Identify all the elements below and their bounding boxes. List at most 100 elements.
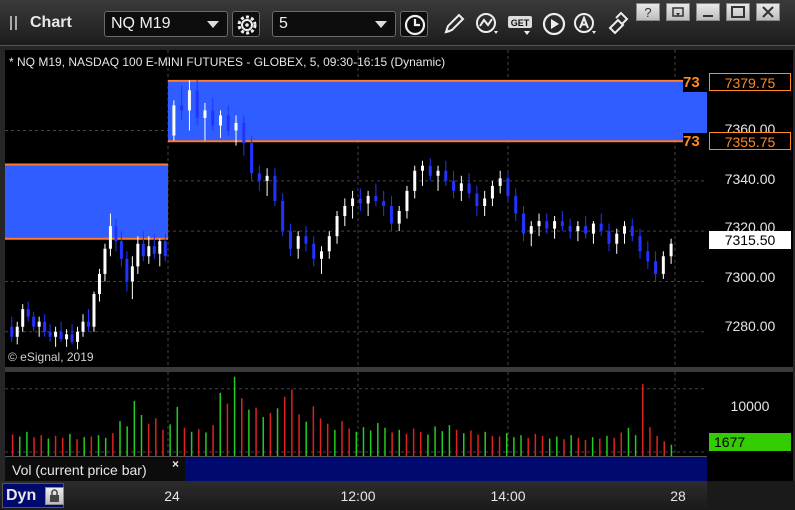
- volume-study-label: Vol (current price bar): [12, 462, 147, 478]
- time-axis[interactable]: Dyn 24 12:00 14:00 28: [0, 481, 795, 510]
- candle-body: [576, 226, 580, 232]
- play-icon: [542, 12, 566, 36]
- candle-body: [646, 251, 650, 262]
- help-button[interactable]: ?: [636, 3, 660, 21]
- candle-body: [584, 226, 588, 234]
- settings-button[interactable]: [232, 11, 260, 37]
- get-data-button[interactable]: GET: [506, 11, 534, 37]
- candle-body: [119, 241, 123, 259]
- candle-body: [327, 236, 331, 252]
- candle-body: [136, 243, 140, 267]
- volume-tick: 10000: [730, 398, 770, 414]
- candle-body: [568, 226, 572, 232]
- candle-body: [125, 258, 129, 282]
- candle-body: [43, 321, 47, 332]
- volume-chart[interactable]: [5, 372, 707, 456]
- candle-body: [114, 226, 118, 242]
- candle-body: [250, 143, 254, 174]
- volume-study-strip: [185, 456, 707, 482]
- candle-body: [152, 246, 156, 254]
- interval-dropdown[interactable]: 5: [272, 11, 396, 37]
- candle-body: [654, 261, 658, 274]
- candle-body: [92, 294, 96, 327]
- gear-icon: [237, 15, 257, 35]
- dynamic-mode-button[interactable]: Dyn: [2, 483, 64, 508]
- price-chart[interactable]: [5, 50, 707, 367]
- last-price-tag: 7315.50: [709, 231, 791, 249]
- corner-spacer: [707, 481, 795, 510]
- maximize-button[interactable]: [726, 3, 750, 21]
- price-axis[interactable]: 7360.00 7340.00 7320.00 7300.00 7280.00 …: [707, 50, 793, 367]
- candle-body: [483, 198, 487, 206]
- minimize-icon: [703, 15, 713, 17]
- candle-body: [281, 200, 285, 232]
- candle-body: [172, 105, 176, 136]
- candle-body: [591, 223, 595, 234]
- candle-body: [76, 331, 80, 342]
- candle-body: [428, 165, 432, 176]
- volume-panel[interactable]: Vol (current price bar) ×: [5, 372, 707, 482]
- candle-body: [560, 221, 564, 227]
- alert-button[interactable]: [571, 11, 599, 37]
- link-button[interactable]: [604, 11, 632, 37]
- candle-body: [10, 326, 14, 337]
- draw-button[interactable]: [440, 11, 468, 37]
- play-button[interactable]: [540, 11, 568, 37]
- candle-body: [351, 198, 355, 206]
- candle-body: [522, 213, 525, 234]
- drag-grip-icon[interactable]: [10, 16, 17, 30]
- clock-button[interactable]: [400, 11, 428, 37]
- candle-body: [467, 183, 471, 194]
- candle-body: [630, 226, 634, 237]
- supply-demand-zone: [168, 80, 707, 142]
- volume-study-label-box[interactable]: Vol (current price bar) ×: [5, 456, 189, 482]
- candle-body: [87, 321, 90, 327]
- clock-icon: [404, 14, 426, 36]
- candle-body: [234, 122, 238, 131]
- restore-icon: [672, 7, 684, 17]
- price-chart-panel[interactable]: * NQ M19, NASDAQ 100 E-MINI FUTURES - GL…: [5, 50, 711, 367]
- candle-body: [421, 165, 424, 171]
- svg-text:GET: GET: [511, 18, 530, 28]
- candle-body: [141, 243, 145, 257]
- study-button[interactable]: [473, 11, 501, 37]
- close-button[interactable]: [756, 3, 780, 21]
- candle-body: [661, 256, 665, 274]
- minimize-button[interactable]: [696, 3, 720, 21]
- candle-body: [130, 266, 134, 282]
- symbol-dropdown[interactable]: NQ M19: [104, 11, 228, 37]
- candle-body: [397, 211, 401, 224]
- candle-body: [65, 334, 69, 340]
- candle-body: [459, 183, 463, 191]
- chevron-down-icon: [207, 21, 219, 28]
- candle-body: [32, 316, 36, 327]
- restore-button[interactable]: [666, 3, 690, 21]
- close-study-icon[interactable]: ×: [172, 457, 179, 471]
- candle-body: [15, 326, 19, 337]
- volume-axis[interactable]: 10000 1677: [707, 372, 793, 481]
- time-tick: 12:00: [340, 488, 376, 504]
- chevron-down-icon: [375, 21, 387, 28]
- window-title: Chart: [30, 14, 72, 31]
- candle-body: [382, 200, 386, 206]
- time-tick: 24: [164, 488, 180, 504]
- dynamic-mode-label: Dyn: [6, 487, 37, 504]
- candle-body: [54, 331, 58, 337]
- candle-body: [257, 173, 261, 181]
- candle-body: [358, 198, 362, 204]
- svg-text:?: ?: [644, 5, 651, 20]
- candle-body: [195, 90, 199, 118]
- price-tick: 7340.00: [724, 171, 776, 187]
- supply-demand-zone: [5, 164, 168, 239]
- candle-body: [389, 205, 393, 224]
- alert-a-icon: [574, 13, 596, 34]
- last-volume-tag: 1677: [709, 433, 791, 451]
- candle-body: [108, 226, 112, 249]
- candle-body: [498, 178, 502, 186]
- toolbar: Chart NQ M19 5 GET ?: [0, 0, 795, 46]
- candle-body: [537, 221, 541, 227]
- lock-button[interactable]: [45, 487, 64, 505]
- candle-body: [475, 193, 479, 206]
- candle-body: [37, 321, 41, 327]
- candle-body: [374, 195, 378, 201]
